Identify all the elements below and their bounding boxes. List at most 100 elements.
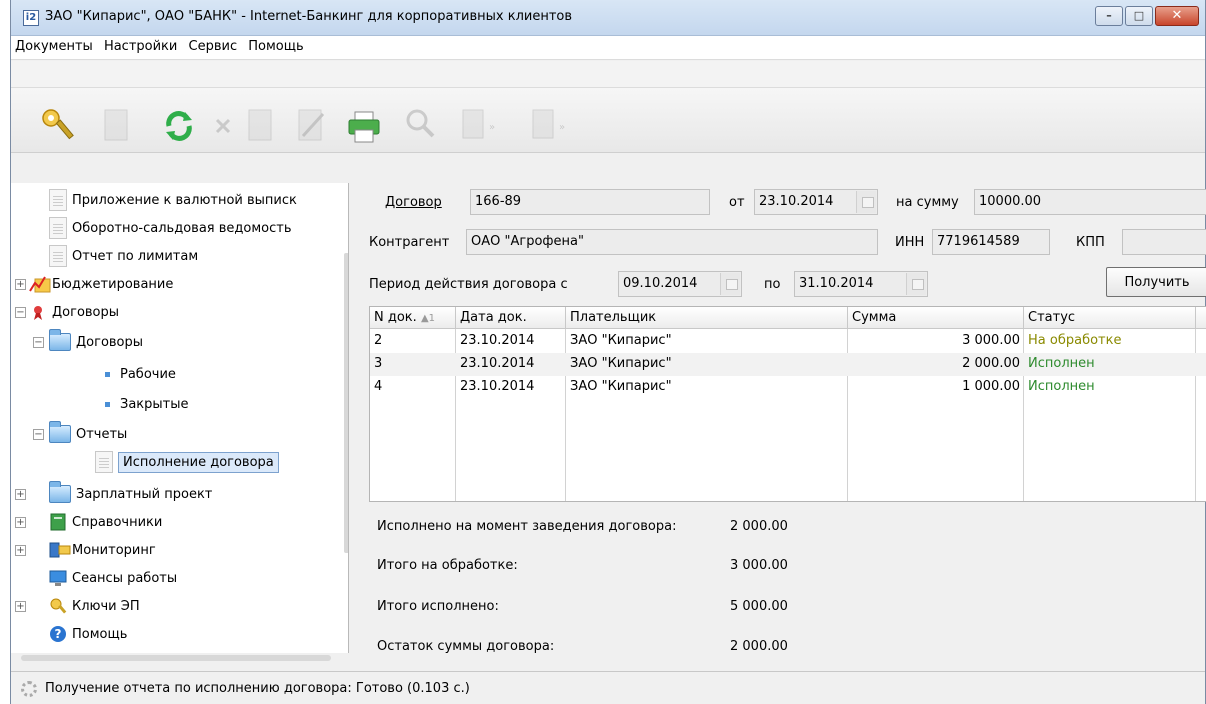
tree-item-working[interactable]: Рабочие (105, 361, 176, 387)
menu-service[interactable]: Сервис (185, 36, 241, 54)
period-to-field[interactable]: 31.10.2014 (794, 271, 928, 297)
cell-date: 23.10.2014 (460, 356, 535, 371)
tree-item-budgeting[interactable]: Бюджетирование (29, 271, 173, 297)
amount-field[interactable]: 10000.00 (974, 189, 1206, 215)
collapse-toggle[interactable]: − (15, 307, 26, 318)
expand-toggle[interactable]: + (15, 279, 26, 290)
tree-horizontal-scrollbar[interactable] (21, 655, 331, 661)
cell-status: На обработке (1028, 333, 1122, 348)
import-icon[interactable]: » (459, 106, 495, 146)
payments-table: N док. ▲1 Дата док. Плательщик Сумма Ста… (369, 306, 1206, 502)
collapse-toggle[interactable]: − (33, 337, 44, 348)
new-document-icon[interactable] (99, 106, 135, 146)
tree-vertical-scrollbar[interactable] (344, 253, 348, 553)
from-label: от (729, 195, 745, 210)
contract-date-value: 23.10.2014 (759, 194, 834, 209)
calendar-icon[interactable] (720, 273, 740, 295)
tree-item-label: Отчеты (76, 426, 128, 442)
tree-item-reports-folder[interactable]: Отчеты (49, 421, 127, 447)
delete-icon[interactable] (207, 106, 243, 146)
folder-icon (49, 481, 71, 503)
tree-item[interactable]: Оборотно-сальдовая ведомость (49, 215, 291, 241)
contract-link[interactable]: Договор (385, 195, 442, 210)
search-icon[interactable] (403, 106, 439, 146)
expand-toggle[interactable]: + (15, 489, 26, 500)
column-header-payer[interactable]: Плательщик (566, 307, 848, 329)
table-row[interactable]: 4 23.10.2014 ЗАО "Кипарис" 1 000.00 Испо… (370, 376, 1206, 399)
table-row[interactable]: 3 23.10.2014 ЗАО "Кипарис" 2 000.00 Испо… (370, 353, 1206, 376)
inn-field[interactable]: 7719614589 (932, 229, 1050, 255)
minimize-button[interactable]: – (1095, 6, 1123, 26)
tree-item-sessions[interactable]: Сеансы работы (49, 565, 177, 591)
processing-total-label: Итого на обработке: (377, 558, 518, 573)
get-report-button[interactable]: Получить (1106, 267, 1206, 297)
period-from-value: 09.10.2014 (623, 276, 698, 291)
column-header-status[interactable]: Статус (1024, 307, 1196, 329)
tree-item-help[interactable]: ? Помощь (49, 621, 127, 647)
key-icon[interactable] (39, 106, 75, 146)
expand-toggle[interactable]: + (15, 601, 26, 612)
svg-text:»: » (559, 122, 565, 133)
svg-text:?: ? (55, 627, 62, 641)
folder-icon (49, 329, 71, 351)
calendar-icon[interactable] (906, 273, 926, 295)
tree-item-contracts[interactable]: Договоры (29, 299, 119, 325)
column-header-sum[interactable]: Сумма (848, 307, 1024, 329)
tree-item-contract-execution[interactable]: Исполнение договора (95, 449, 279, 475)
contract-date-field[interactable]: 23.10.2014 (754, 189, 878, 215)
column-header-label: N док. (374, 310, 417, 325)
remaining-value: 2 000.00 (730, 639, 788, 654)
contract-number-field[interactable]: 166-89 (470, 189, 710, 215)
tree-item-label: Помощь (72, 626, 128, 642)
tree-item-label: Приложение к валютной выписк (72, 192, 297, 208)
kpp-field[interactable] (1122, 229, 1206, 255)
loading-spinner-icon (21, 681, 37, 697)
kpp-label: КПП (1076, 235, 1105, 250)
tree-item-label: Ключи ЭП (72, 598, 140, 614)
menu-settings[interactable]: Настройки (100, 36, 180, 54)
export-icon[interactable]: » (529, 106, 565, 146)
close-button[interactable]: ✕ (1155, 6, 1199, 26)
refresh-icon[interactable] (161, 106, 197, 146)
maximize-button[interactable]: □ (1125, 6, 1153, 26)
tree-item-contracts-folder[interactable]: Договоры (49, 329, 143, 355)
menu-bar: Документы Настройки Сервис Помощь (11, 36, 1205, 60)
tree-item-directories[interactable]: Справочники (49, 509, 162, 535)
processing-total-value: 3 000.00 (730, 558, 788, 573)
remaining-label: Остаток суммы договора: (377, 639, 555, 654)
print-icon[interactable] (345, 106, 381, 146)
navigation-tree: Приложение к валютной выписк Оборотно-са… (11, 183, 349, 653)
expand-toggle[interactable]: + (15, 545, 26, 556)
menu-documents[interactable]: Документы (11, 36, 96, 54)
cell-sum: 3 000.00 (962, 333, 1020, 348)
tree-item[interactable]: Приложение к валютной выписк (49, 187, 297, 213)
tree-item-monitoring[interactable]: Мониторинг (49, 537, 156, 563)
bullet-icon (105, 371, 110, 377)
period-to-label: по (764, 277, 781, 292)
amount-label: на сумму (896, 195, 959, 210)
svg-text:»: » (489, 122, 495, 133)
bullet-icon (105, 401, 110, 407)
menu-help[interactable]: Помощь (244, 36, 306, 54)
tree-item-keys[interactable]: Ключи ЭП (49, 593, 140, 619)
save-icon[interactable] (243, 106, 279, 146)
toolbar: » » (11, 87, 1205, 153)
calendar-icon[interactable] (856, 191, 876, 213)
cell-sum: 1 000.00 (962, 379, 1020, 394)
period-from-field[interactable]: 09.10.2014 (618, 271, 742, 297)
table-row[interactable]: 2 23.10.2014 ЗАО "Кипарис" 3 000.00 На о… (370, 330, 1206, 353)
edit-icon[interactable] (293, 106, 329, 146)
sort-indicator: ▲1 (420, 313, 435, 324)
tree-item-label: Исполнение договора (118, 451, 279, 473)
column-header-date[interactable]: Дата док. (456, 307, 566, 329)
cell-payer: ЗАО "Кипарис" (570, 333, 672, 348)
collapse-toggle[interactable]: − (33, 429, 44, 440)
window-title: ЗАО "Кипарис", ОАО "БАНК" - Internet-Бан… (45, 9, 573, 24)
monitor-icon (49, 541, 71, 559)
expand-toggle[interactable]: + (15, 517, 26, 528)
column-header-number[interactable]: N док. ▲1 (370, 307, 456, 329)
counterparty-field[interactable]: ОАО "Агрофена" (466, 229, 878, 255)
tree-item[interactable]: Отчет по лимитам (49, 243, 198, 269)
tree-item-salary-project[interactable]: Зарплатный проект (49, 481, 212, 507)
tree-item-closed[interactable]: Закрытые (105, 391, 189, 417)
